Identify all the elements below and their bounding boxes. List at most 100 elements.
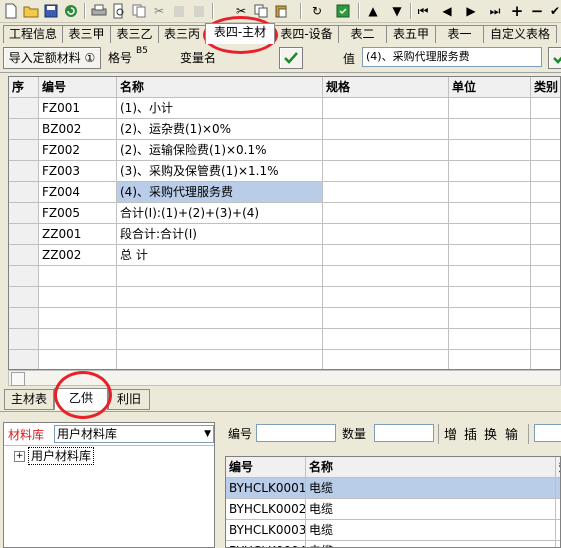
tab-table3a[interactable]: 表三甲 xyxy=(62,25,111,43)
empty-cell[interactable] xyxy=(531,308,560,329)
empty-cell[interactable] xyxy=(323,329,449,350)
table-cell[interactable] xyxy=(531,224,560,245)
table-cell[interactable]: (4)、采购代理服务费 xyxy=(117,182,323,203)
print-icon[interactable] xyxy=(90,2,108,20)
tab-table3c[interactable]: 表三丙 xyxy=(158,25,206,43)
calculate-icon[interactable] xyxy=(334,2,352,20)
library-table-cell[interactable]: 电缆 xyxy=(306,541,556,547)
table-cell[interactable]: (2)、运杂费(1)×0% xyxy=(117,119,323,140)
table-cell[interactable] xyxy=(449,98,531,119)
empty-cell[interactable] xyxy=(39,350,117,369)
code-input[interactable] xyxy=(256,424,336,442)
table-cell[interactable]: FZ004 xyxy=(39,182,117,203)
tab-table1[interactable]: 表一 xyxy=(435,25,484,43)
column-header-spec[interactable]: 规 xyxy=(556,457,560,478)
table-cell[interactable]: FZ001 xyxy=(39,98,117,119)
empty-cell[interactable] xyxy=(449,266,531,287)
add-button[interactable]: 增 xyxy=(444,426,457,446)
tab-main-material-list[interactable]: 主材表 xyxy=(4,389,54,410)
empty-cell[interactable] xyxy=(9,308,39,329)
column-header-name[interactable]: 名称 xyxy=(117,77,323,98)
table-cell[interactable]: 合计(Ⅰ):(1)+(2)+(3)+(4) xyxy=(117,203,323,224)
empty-cell[interactable] xyxy=(449,329,531,350)
tab-table5a[interactable]: 表五甲 xyxy=(386,25,436,43)
table-cell[interactable] xyxy=(9,119,39,140)
table-cell[interactable] xyxy=(531,245,560,266)
import-quota-material-button[interactable]: 导入定额材料 ① xyxy=(3,47,101,69)
check-icon[interactable]: ✔ xyxy=(546,2,561,20)
value-field[interactable]: (4)、采购代理服务费 xyxy=(362,47,542,67)
new-file-icon[interactable] xyxy=(2,2,20,20)
column-header-seq[interactable]: 序 xyxy=(9,77,39,98)
table-cell[interactable]: 段合计:合计(Ⅰ) xyxy=(117,224,323,245)
empty-cell[interactable] xyxy=(39,329,117,350)
table-cell[interactable] xyxy=(323,203,449,224)
empty-cell[interactable] xyxy=(449,350,531,369)
table-cell[interactable] xyxy=(449,161,531,182)
copy-doc-icon[interactable] xyxy=(130,2,148,20)
table-cell[interactable]: (2)、运输保险费(1)×0.1% xyxy=(117,140,323,161)
empty-cell[interactable] xyxy=(9,329,39,350)
empty-cell[interactable] xyxy=(531,287,560,308)
library-table-cell[interactable]: BYHCLK0001 xyxy=(226,478,306,499)
library-table-cell[interactable]: H xyxy=(556,520,560,541)
table-cell[interactable] xyxy=(449,140,531,161)
empty-cell[interactable] xyxy=(323,266,449,287)
next-icon[interactable]: ▶ xyxy=(462,2,480,20)
table-cell[interactable] xyxy=(531,182,560,203)
replace-button[interactable]: 换 xyxy=(484,426,497,446)
remove-icon[interactable]: − xyxy=(528,2,546,20)
table-cell[interactable] xyxy=(9,182,39,203)
empty-cell[interactable] xyxy=(39,287,117,308)
library-table-cell[interactable]: BYHCLK0004 xyxy=(226,541,306,547)
move-down-icon[interactable]: ▼ xyxy=(388,2,406,20)
empty-cell[interactable] xyxy=(323,287,449,308)
confirm-check-icon[interactable] xyxy=(279,47,303,69)
table-cell[interactable] xyxy=(531,98,560,119)
first-icon[interactable]: ⏮ xyxy=(414,2,432,20)
table-cell[interactable] xyxy=(323,140,449,161)
table-cell[interactable] xyxy=(449,245,531,266)
table-cell[interactable] xyxy=(449,224,531,245)
library-table-cell[interactable]: 电缆 xyxy=(306,499,556,520)
scroll-thumb[interactable] xyxy=(11,372,25,386)
apply-check-icon[interactable] xyxy=(548,47,561,69)
empty-cell[interactable] xyxy=(531,329,560,350)
table-cell[interactable]: FZ003 xyxy=(39,161,117,182)
table-cell[interactable]: FZ002 xyxy=(39,140,117,161)
print-preview-icon[interactable] xyxy=(110,2,128,20)
library-table-cell[interactable]: H xyxy=(556,541,560,547)
empty-cell[interactable] xyxy=(117,308,323,329)
empty-cell[interactable] xyxy=(39,266,117,287)
table-cell[interactable] xyxy=(449,119,531,140)
empty-cell[interactable] xyxy=(323,350,449,369)
column-header-name[interactable]: 名称 xyxy=(306,457,556,478)
empty-cell[interactable] xyxy=(117,287,323,308)
paste-icon[interactable] xyxy=(272,2,290,20)
expand-icon[interactable]: + xyxy=(14,451,25,462)
table-cell[interactable] xyxy=(9,140,39,161)
empty-cell[interactable] xyxy=(9,350,39,369)
table-cell[interactable] xyxy=(323,182,449,203)
table-cell[interactable]: FZ005 xyxy=(39,203,117,224)
table-cell[interactable] xyxy=(9,161,39,182)
extra-input[interactable] xyxy=(534,424,561,442)
table-cell[interactable] xyxy=(531,161,560,182)
quantity-input[interactable] xyxy=(374,424,434,442)
save-icon[interactable] xyxy=(42,2,60,20)
table-cell[interactable] xyxy=(449,203,531,224)
table-cell[interactable] xyxy=(323,98,449,119)
table-cell[interactable] xyxy=(531,140,560,161)
library-table-cell[interactable]: 电缆 xyxy=(306,478,556,499)
table-cell[interactable] xyxy=(323,224,449,245)
chevron-down-icon[interactable]: ▼ xyxy=(204,426,211,442)
empty-cell[interactable] xyxy=(449,308,531,329)
empty-cell[interactable] xyxy=(449,287,531,308)
refresh-icon[interactable] xyxy=(62,2,80,20)
tree-root-user-library[interactable]: 用户材料库 xyxy=(28,447,95,465)
table-cell[interactable] xyxy=(323,161,449,182)
column-header-unit[interactable]: 单位 xyxy=(449,77,531,98)
library-table-cell[interactable]: H xyxy=(556,499,560,520)
table-cell[interactable]: (1)、小计 xyxy=(117,98,323,119)
table-cell[interactable]: 总 计 xyxy=(117,245,323,266)
